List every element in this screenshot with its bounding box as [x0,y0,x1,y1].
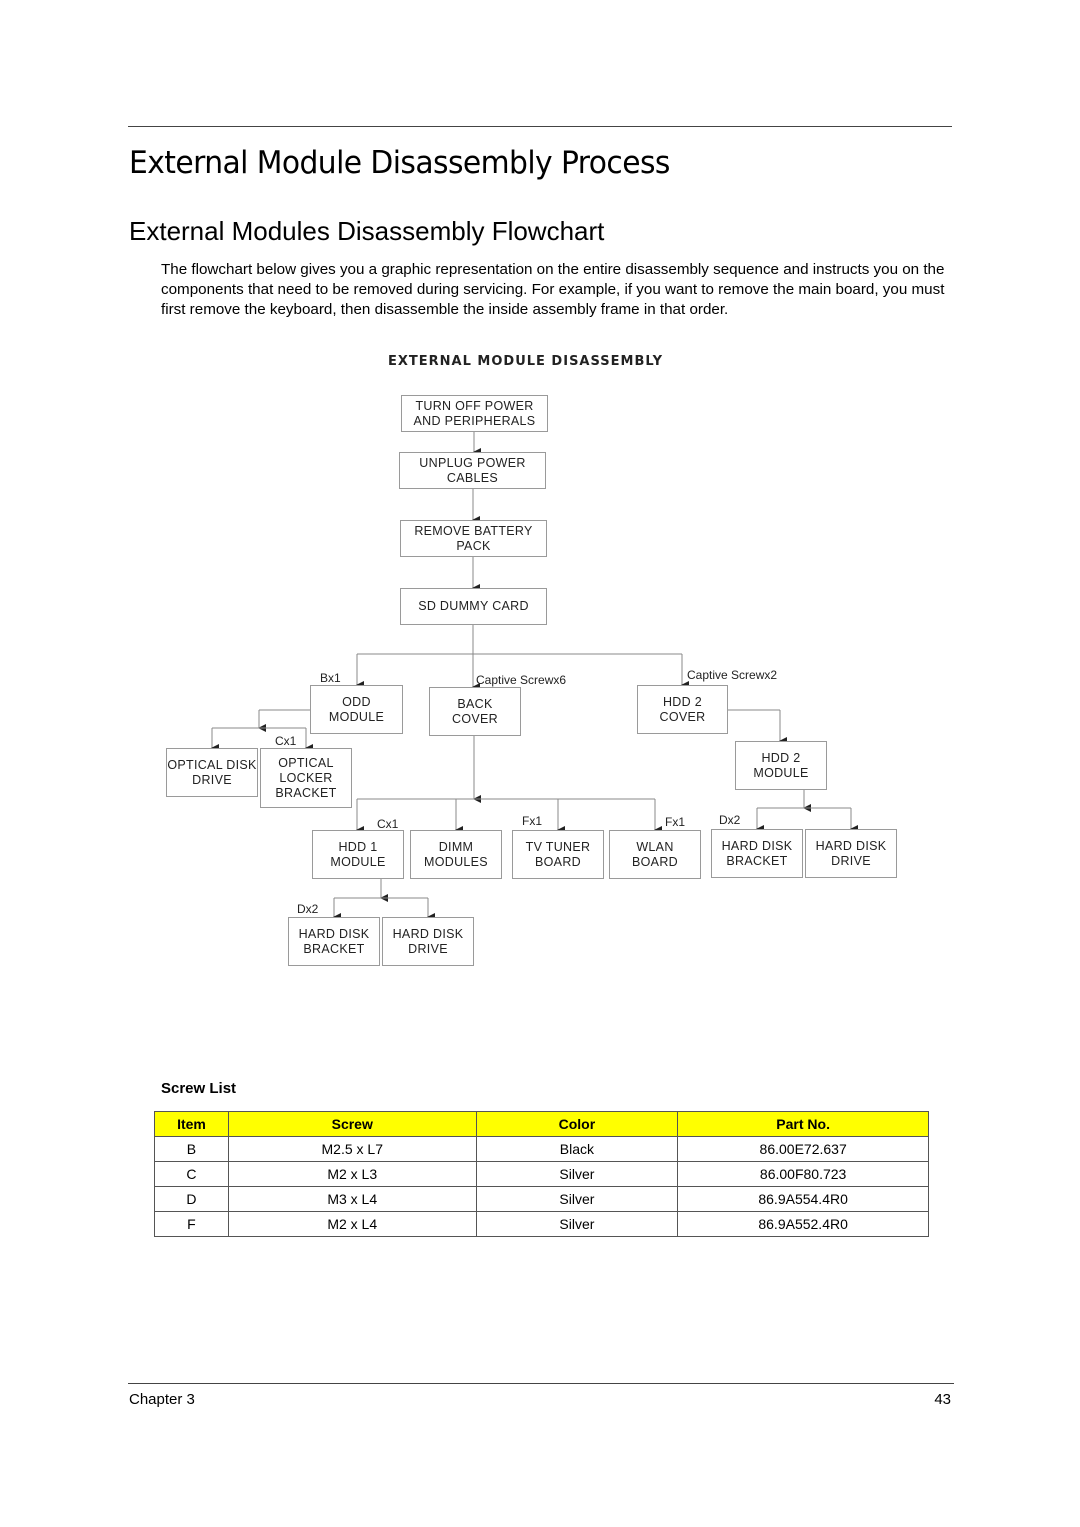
cell-part-no: 86.00F80.723 [677,1161,929,1187]
cell-color: Silver [475,1161,679,1187]
cell-screw: M3 x L4 [227,1186,477,1212]
node-label: TURN OFF POWER AND PERIPHERALS [413,398,536,428]
table-row: D M3 x L4 Silver 86.9A554.4R0 [154,1186,929,1212]
node-hdd2-hard-disk-drive: HARD DISK DRIVE [805,829,897,878]
node-label: OPTICAL LOCKER BRACKET [275,755,337,800]
node-label: HARD DISK BRACKET [721,838,793,868]
table-row: C M2 x L3 Silver 86.00F80.723 [154,1161,929,1187]
cell-part-no: 86.9A554.4R0 [677,1186,929,1212]
node-label: UNPLUG POWER CABLES [419,455,526,485]
node-optical-locker-bracket: OPTICAL LOCKER BRACKET [260,748,352,808]
node-hdd2-cover: HDD 2 COVER [637,685,728,734]
screw-list-title: Screw List [161,1080,237,1097]
node-unplug-power: UNPLUG POWER CABLES [399,452,546,489]
cell-screw: M2 x L3 [227,1161,477,1187]
node-label: HARD DISK DRIVE [392,926,464,956]
node-wlan-board: WLAN BOARD [609,830,701,879]
cell-color: Silver [475,1186,679,1212]
node-hdd1-hard-disk-drive: HARD DISK DRIVE [382,917,474,966]
table-header-row: Item Screw Color Part No. [154,1111,929,1137]
cell-screw: M2 x L4 [227,1211,477,1237]
screw-label-hdd2-bracket: Dx2 [719,813,741,827]
screw-label-tv-tuner: Fx1 [522,814,543,828]
column-header-part-no: Part No. [677,1111,929,1137]
node-label: REMOVE BATTERY PACK [414,523,533,553]
node-hdd2-hard-disk-bracket: HARD DISK BRACKET [711,829,803,878]
node-label: HDD 2 MODULE [753,750,809,780]
screw-list-table: Item Screw Color Part No. B M2.5 x L7 Bl… [154,1111,929,1237]
footer-page-number: 43 [934,1391,951,1408]
node-hdd2-module: HDD 2 MODULE [735,741,827,790]
screw-label-odd: Bx1 [320,671,341,685]
screw-label-locker: Cx1 [275,734,297,748]
node-odd-module: ODD MODULE [310,685,403,734]
node-label: TV TUNER BOARD [525,839,591,869]
node-label: ODD MODULE [328,694,385,724]
node-remove-battery: REMOVE BATTERY PACK [400,520,547,557]
column-header-item: Item [154,1111,229,1137]
node-turn-off-power: TURN OFF POWER AND PERIPHERALS [401,395,548,432]
screw-label-wlan: Fx1 [665,815,686,829]
node-hdd1-module: HDD 1 MODULE [312,830,404,879]
screw-label-hdd1-bracket: Dx2 [297,902,319,916]
cell-item: B [154,1136,229,1162]
node-label: HDD 2 COVER [659,694,706,724]
screw-label-hdd1: Cx1 [377,817,399,831]
screw-label-hdd2-cover: Captive Screwx2 [687,668,778,682]
node-hdd1-hard-disk-bracket: HARD DISK BRACKET [288,917,380,966]
table-row: F M2 x L4 Silver 86.9A552.4R0 [154,1211,929,1237]
node-label: DIMM MODULES [424,839,488,869]
screw-label-back-cover: Captive Screwx6 [476,673,567,687]
cell-item: F [154,1211,229,1237]
node-back-cover: BACK COVER [429,687,521,736]
node-label: HDD 1 MODULE [330,839,386,869]
node-label: SD DUMMY CARD [418,599,529,613]
footer-chapter: Chapter 3 [129,1391,195,1408]
table-row: B M2.5 x L7 Black 86.00E72.637 [154,1136,929,1162]
column-header-screw: Screw [227,1111,477,1137]
node-dimm-modules: DIMM MODULES [410,830,502,879]
node-label: OPTICAL DISK DRIVE [167,757,257,787]
footer-rule [128,1383,954,1384]
node-label: HARD DISK DRIVE [815,838,887,868]
cell-part-no: 86.00E72.637 [677,1136,929,1162]
node-tv-tuner-board: TV TUNER BOARD [512,830,604,879]
node-optical-disk-drive: OPTICAL DISK DRIVE [166,748,258,797]
cell-item: D [154,1186,229,1212]
node-label: WLAN BOARD [632,839,678,869]
node-label: BACK COVER [452,696,498,726]
column-header-color: Color [475,1111,679,1137]
node-sd-dummy-card: SD DUMMY CARD [400,588,547,625]
cell-item: C [154,1161,229,1187]
cell-color: Black [475,1136,679,1162]
cell-screw: M2.5 x L7 [227,1136,477,1162]
cell-part-no: 86.9A552.4R0 [677,1211,929,1237]
node-label: HARD DISK BRACKET [298,926,370,956]
cell-color: Silver [475,1211,679,1237]
